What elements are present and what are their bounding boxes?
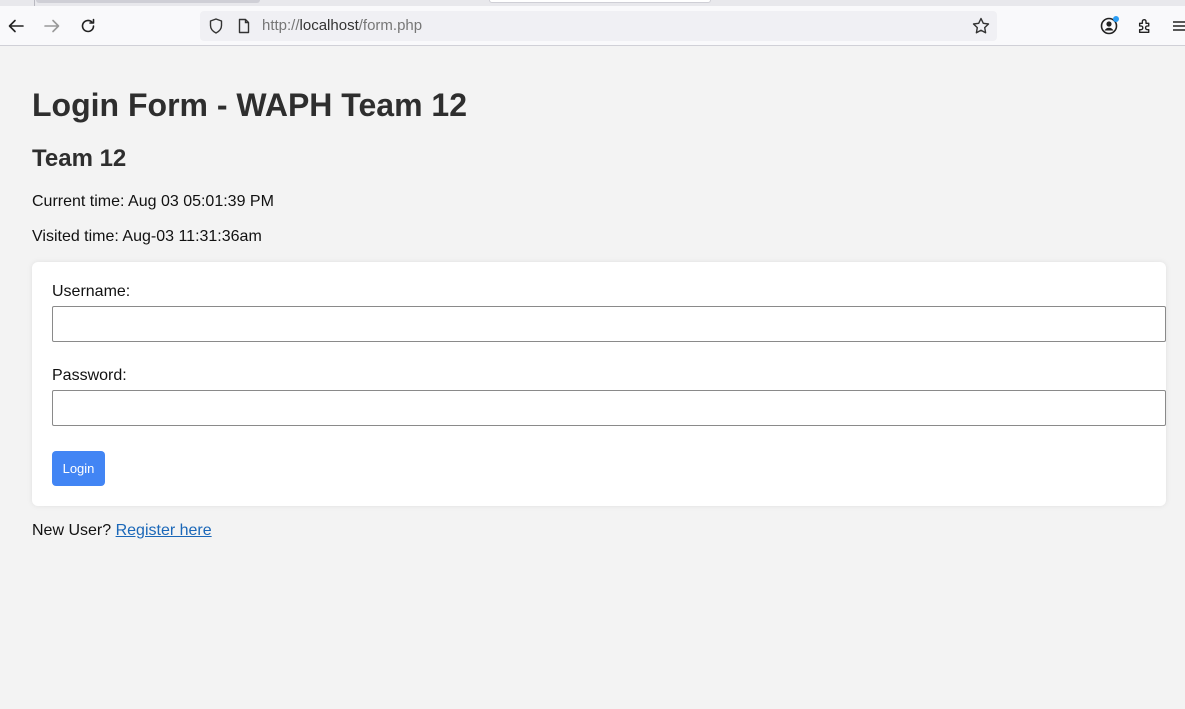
page-subtitle: Team 12	[32, 145, 127, 172]
register-link[interactable]: Register here	[116, 522, 212, 539]
page-title: Login Form - WAPH Team 12	[32, 87, 467, 123]
menu-icon	[1173, 21, 1185, 31]
browser-toolbar: http://localhost/form.php	[0, 6, 1185, 46]
password-label: Password:	[52, 367, 127, 384]
tab-inactive[interactable]	[36, 0, 260, 3]
url-prefix: http://	[262, 17, 300, 34]
forward-button[interactable]	[40, 14, 64, 38]
login-button[interactable]: Login	[52, 451, 105, 486]
tab-active[interactable]	[489, 0, 711, 3]
forward-icon	[44, 19, 60, 33]
account-button[interactable]	[1099, 15, 1121, 37]
back-button[interactable]	[4, 14, 28, 38]
reload-icon	[81, 18, 95, 33]
new-user-text: New User?	[32, 522, 112, 539]
reload-button[interactable]	[76, 14, 100, 38]
url-host: localhost	[299, 17, 359, 34]
username-input[interactable]	[52, 306, 1166, 342]
visited-time: Visited time: Aug-03 11:31:36am	[32, 228, 262, 245]
extensions-icon	[1138, 18, 1150, 34]
menu-button[interactable]	[1170, 15, 1185, 37]
url-bar[interactable]: http://localhost/form.php	[200, 11, 997, 41]
login-form: Username: Password: Login	[32, 262, 1166, 506]
username-label: Username:	[52, 283, 131, 300]
current-time: Current time: Aug 03 05:01:39 PM	[32, 193, 274, 210]
extensions-button[interactable]	[1135, 15, 1157, 37]
shield-icon[interactable]	[207, 17, 225, 35]
url-path: /form.php	[358, 17, 423, 34]
account-icon	[1100, 16, 1119, 35]
bookmark-star-icon[interactable]	[971, 16, 991, 36]
password-input[interactable]	[52, 390, 1166, 426]
back-icon	[8, 19, 24, 33]
new-user-row: New User? Register here	[32, 522, 212, 540]
url-text[interactable]: http://localhost/form.php	[262, 17, 422, 35]
page-icon[interactable]	[235, 17, 253, 35]
